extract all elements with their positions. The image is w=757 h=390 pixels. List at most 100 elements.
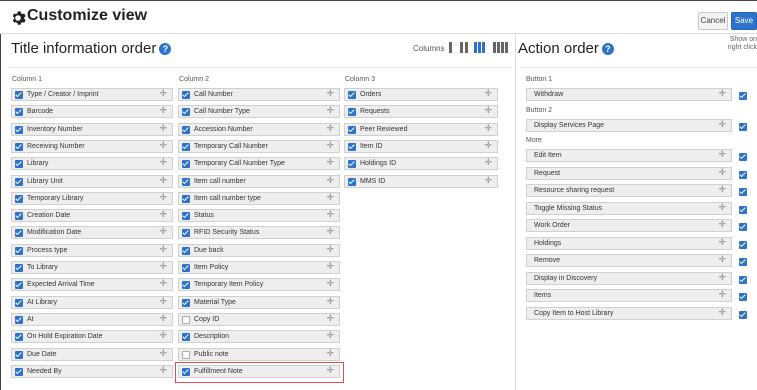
field-checkbox[interactable]: [182, 143, 190, 151]
field-checkbox[interactable]: [15, 316, 23, 324]
field-checkbox[interactable]: [15, 229, 23, 237]
field-item[interactable]: RFID Security Status ✛: [178, 226, 340, 239]
field-item[interactable]: Library Unit ✛: [11, 175, 173, 188]
drag-handle-icon[interactable]: ✛: [326, 88, 334, 99]
field-checkbox[interactable]: [182, 178, 190, 186]
drag-handle-icon[interactable]: ✛: [484, 88, 492, 99]
drag-handle-icon[interactable]: ✛: [484, 175, 492, 186]
drag-handle-icon[interactable]: ✛: [718, 184, 726, 195]
field-checkbox[interactable]: [182, 212, 190, 220]
drag-handle-icon[interactable]: ✛: [718, 149, 726, 160]
action-item[interactable]: Withdraw ✛: [526, 88, 732, 101]
field-checkbox[interactable]: [15, 91, 23, 99]
field-item[interactable]: Public note ✛: [178, 348, 340, 361]
field-item[interactable]: Orders ✛: [344, 88, 498, 101]
field-checkbox[interactable]: [348, 160, 356, 168]
drag-handle-icon[interactable]: ✛: [159, 105, 167, 116]
field-checkbox[interactable]: [348, 143, 356, 151]
field-item[interactable]: Modification Date ✛: [11, 226, 173, 239]
help-icon[interactable]: ?: [159, 43, 172, 55]
drag-handle-icon[interactable]: ✛: [326, 192, 334, 203]
drag-handle-icon[interactable]: ✛: [484, 105, 492, 116]
right-click-checkbox[interactable]: [739, 240, 747, 249]
field-checkbox[interactable]: [182, 126, 190, 134]
drag-handle-icon[interactable]: ✛: [484, 123, 492, 134]
drag-handle-icon[interactable]: ✛: [326, 226, 334, 237]
field-checkbox[interactable]: [182, 247, 190, 255]
drag-handle-icon[interactable]: ✛: [159, 348, 167, 359]
field-checkbox[interactable]: [182, 229, 190, 237]
drag-handle-icon[interactable]: ✛: [326, 261, 334, 272]
field-item[interactable]: Inventory Number ✛: [11, 123, 173, 136]
field-item[interactable]: Item ID ✛: [344, 140, 498, 153]
action-item[interactable]: Remove ✛: [526, 254, 732, 267]
field-checkbox[interactable]: [348, 126, 356, 134]
field-item[interactable]: At ✛: [11, 313, 173, 326]
right-click-checkbox[interactable]: [739, 153, 747, 161]
right-click-checkbox[interactable]: [739, 170, 747, 179]
field-checkbox[interactable]: [348, 91, 356, 99]
right-click-checkbox[interactable]: [739, 258, 747, 266]
field-item[interactable]: Temporary Call Number Type ✛: [178, 157, 340, 170]
field-checkbox[interactable]: [182, 195, 190, 203]
drag-handle-icon[interactable]: ✛: [326, 244, 334, 255]
field-checkbox[interactable]: [348, 178, 356, 186]
action-item[interactable]: Display Services Page ✛: [526, 118, 732, 132]
field-item[interactable]: Status ✛: [178, 209, 340, 222]
drag-handle-icon[interactable]: ✛: [326, 348, 334, 359]
action-item[interactable]: Resource sharing request ✛: [526, 184, 732, 197]
drag-handle-icon[interactable]: ✛: [159, 244, 167, 255]
drag-handle-icon[interactable]: ✛: [159, 296, 167, 307]
field-checkbox[interactable]: [15, 212, 23, 220]
right-click-checkbox[interactable]: [739, 122, 747, 131]
field-checkbox[interactable]: [182, 333, 190, 341]
drag-handle-icon[interactable]: ✛: [159, 261, 167, 272]
drag-handle-icon[interactable]: ✛: [326, 313, 334, 324]
action-item[interactable]: Request ✛: [526, 166, 732, 180]
help-icon[interactable]: ?: [601, 43, 614, 55]
drag-handle-icon[interactable]: ✛: [326, 140, 334, 151]
field-checkbox[interactable]: [182, 316, 190, 324]
drag-handle-icon[interactable]: ✛: [326, 330, 334, 341]
field-item[interactable]: At Library ✛: [11, 296, 173, 309]
field-checkbox[interactable]: [15, 333, 23, 341]
field-item[interactable]: Temporary Call Number ✛: [178, 140, 340, 153]
field-checkbox[interactable]: [15, 195, 23, 203]
action-item[interactable]: Items ✛: [526, 289, 732, 302]
field-checkbox[interactable]: [15, 126, 23, 134]
field-checkbox[interactable]: [182, 351, 190, 359]
drag-handle-icon[interactable]: ✛: [326, 123, 334, 134]
drag-handle-icon[interactable]: ✛: [326, 209, 334, 220]
field-checkbox[interactable]: [182, 160, 190, 168]
field-checkbox[interactable]: [182, 91, 190, 99]
field-item[interactable]: Barcode ✛: [11, 105, 173, 118]
drag-handle-icon[interactable]: ✛: [718, 202, 726, 213]
right-click-checkbox[interactable]: [739, 275, 747, 284]
field-checkbox[interactable]: [15, 178, 23, 186]
field-item[interactable]: To Library ✛: [11, 261, 173, 274]
field-item[interactable]: Due back ✛: [178, 244, 340, 257]
drag-handle-icon[interactable]: ✛: [326, 175, 334, 186]
drag-handle-icon[interactable]: ✛: [326, 105, 334, 116]
action-item[interactable]: Toggle Missing Status ✛: [526, 201, 732, 215]
drag-handle-icon[interactable]: ✛: [718, 272, 726, 283]
field-checkbox[interactable]: [182, 299, 190, 307]
action-item[interactable]: Holdings ✛: [526, 236, 732, 250]
field-item[interactable]: Accession Number ✛: [178, 123, 340, 136]
field-checkbox[interactable]: [15, 247, 23, 255]
drag-handle-icon[interactable]: ✛: [159, 123, 167, 134]
two-columns-icon[interactable]: [460, 42, 468, 53]
action-item[interactable]: Edit Item ✛: [526, 149, 732, 162]
action-item[interactable]: Work Order ✛: [526, 219, 732, 232]
field-item[interactable]: Copy ID ✛: [178, 313, 340, 326]
field-item[interactable]: Library ✛: [11, 157, 173, 170]
field-item[interactable]: MMS ID ✛: [344, 175, 498, 188]
field-item[interactable]: Call Number ✛: [178, 88, 340, 101]
field-checkbox[interactable]: [15, 281, 23, 289]
drag-handle-icon[interactable]: ✛: [159, 226, 167, 237]
field-checkbox[interactable]: [15, 368, 23, 376]
field-item[interactable]: Type / Creator / Imprint ✛: [11, 88, 173, 101]
right-click-checkbox[interactable]: [739, 293, 747, 301]
save-button[interactable]: Save: [731, 12, 757, 30]
right-click-checkbox[interactable]: [739, 223, 747, 231]
